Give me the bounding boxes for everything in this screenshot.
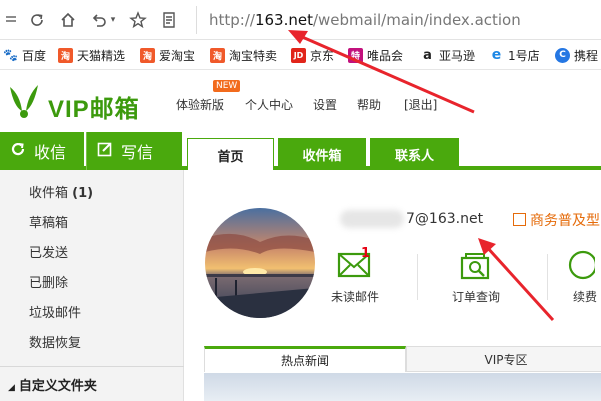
- folder-drafts[interactable]: 草稿箱: [29, 212, 68, 231]
- bookmark-taobao-sale[interactable]: 淘 淘宝特卖: [210, 47, 277, 63]
- unread-badge: 1: [361, 246, 371, 261]
- bookmark-vip[interactable]: 特 唯品会: [348, 47, 403, 63]
- unread-mail-label: 未读邮件: [330, 290, 379, 304]
- nav-logout[interactable]: [退出]: [404, 96, 437, 113]
- folder-recovery[interactable]: 数据恢复: [29, 332, 81, 351]
- bookmark-jd[interactable]: JD 京东: [291, 47, 334, 63]
- tab-inbox[interactable]: 收件箱: [278, 138, 366, 170]
- order-query-label: 订单查询: [451, 290, 500, 304]
- nav-help[interactable]: 帮助: [357, 96, 381, 113]
- bookmark-baidu[interactable]: 🐾 百度: [3, 47, 46, 63]
- bookmark-tmall[interactable]: 淘 天猫精选: [58, 47, 125, 63]
- renew-icon: [568, 250, 595, 280]
- menu-icon[interactable]: [0, 9, 22, 31]
- taobao-icon: 淘: [210, 47, 225, 63]
- vip-icon: 特: [348, 47, 363, 63]
- home-icon[interactable]: [57, 9, 79, 31]
- paw-icon: 🐾: [3, 48, 18, 62]
- sunset-avatar-image: [205, 208, 315, 318]
- taobao-icon: 淘: [140, 47, 155, 63]
- bookmark-ctrip[interactable]: C 携程: [555, 47, 598, 63]
- bookmark-yhd[interactable]: e 1号店: [489, 47, 540, 63]
- tab-hot-news[interactable]: 热点新闻: [204, 346, 406, 372]
- divider: [547, 254, 548, 300]
- mail-header: VIP邮箱 NEW 体验新版 个人中心 设置 帮助 [退出]: [0, 71, 601, 132]
- folder-deleted[interactable]: 已删除: [29, 272, 68, 291]
- service-level-link[interactable]: 商务普及型: [513, 210, 600, 230]
- service-level-label: 商务普及型: [530, 213, 600, 229]
- avatar[interactable]: [205, 208, 315, 318]
- taobao-icon: 淘: [58, 47, 73, 63]
- unread-count: (1): [72, 186, 94, 201]
- nav-try-new[interactable]: 体验新版: [176, 96, 224, 113]
- new-badge: NEW: [213, 80, 241, 92]
- browser-toolbar: ▾ http://163.net/webmail/main/index.acti…: [0, 0, 601, 40]
- edit-icon: [97, 141, 113, 162]
- bookmark-label: 淘宝特卖: [229, 48, 278, 63]
- jd-icon: JD: [291, 47, 306, 63]
- badge-icon: [513, 213, 526, 226]
- bookmark-label: 天猫精选: [77, 48, 126, 63]
- compose-button[interactable]: 写信: [86, 132, 182, 170]
- bookmark-label: 携程: [574, 48, 599, 63]
- renew-shortcut[interactable]: 续费: [559, 250, 601, 305]
- tab-home[interactable]: 首页: [187, 138, 274, 171]
- refresh-icon[interactable]: [26, 9, 48, 31]
- receive-label: 收信: [34, 143, 67, 162]
- custom-folders-label: 自定义文件夹: [18, 379, 97, 394]
- amazon-icon: a: [420, 47, 435, 63]
- blurred-name: [340, 210, 404, 228]
- ctrip-icon: C: [555, 47, 570, 63]
- undo-dropdown-icon[interactable]: ▾: [107, 9, 119, 31]
- nav-profile[interactable]: 个人中心: [245, 96, 293, 113]
- ie-icon: e: [489, 47, 504, 63]
- bookmark-label: 爱淘宝: [159, 48, 196, 63]
- bookmark-label: 百度: [22, 48, 47, 63]
- bookmark-label: 1号店: [508, 48, 540, 63]
- account-email: 7@163.net: [340, 210, 483, 228]
- folder-sidebar: 收件箱 (1) 草稿箱 已发送 已删除 垃圾邮件 数据恢复 ◢ 自定义文件夹: [0, 170, 184, 401]
- bookmark-aitaobao[interactable]: 淘 爱淘宝: [140, 47, 195, 63]
- news-tabs: 热点新闻 VIP专区: [204, 346, 601, 372]
- tab-vip-zone[interactable]: VIP专区: [406, 346, 601, 372]
- home-panel: 7@163.net 商务普及型 未读邮件 1 订单查询 续费 热点新闻 VIP专…: [185, 170, 601, 401]
- vip-mail-logo[interactable]: VIP邮箱: [4, 79, 154, 123]
- folder-label: 收件箱: [29, 186, 69, 201]
- bookmark-label: 京东: [310, 48, 335, 63]
- address-bar[interactable]: http://163.net/webmail/main/index.action: [196, 6, 601, 34]
- receive-button[interactable]: 收信: [0, 132, 84, 170]
- compose-label: 写信: [121, 143, 154, 162]
- news-banner-image[interactable]: [204, 373, 601, 401]
- tab-contacts[interactable]: 联系人: [370, 138, 459, 170]
- bookmark-amazon[interactable]: a 亚马逊: [420, 47, 475, 63]
- custom-folders[interactable]: ◢ 自定义文件夹: [0, 366, 184, 394]
- bookmark-label: 唯品会: [367, 48, 404, 63]
- star-icon[interactable]: [127, 9, 149, 31]
- divider: [417, 254, 418, 300]
- mail-navbar: 收信 写信 首页 收件箱 联系人: [0, 132, 601, 171]
- order-query-shortcut[interactable]: 订单查询: [436, 250, 516, 305]
- account-suffix: 7@163.net: [406, 211, 484, 227]
- bookmark-label: 亚马逊: [439, 48, 476, 63]
- unread-mail-shortcut[interactable]: 未读邮件: [315, 250, 395, 305]
- folder-inbox[interactable]: 收件箱 (1): [29, 182, 93, 201]
- leaf-logo-icon: [10, 85, 38, 118]
- triangle-down-icon: ◢: [8, 383, 15, 393]
- url-text[interactable]: http://163.net/webmail/main/index.action: [209, 11, 521, 29]
- folder-sent[interactable]: 已发送: [29, 242, 68, 261]
- renew-label: 续费: [573, 290, 598, 304]
- bookmarks-bar: 🐾 百度 淘 天猫精选 淘 爱淘宝 淘 淘宝特卖 JD 京东 特 唯品会 a 亚…: [0, 40, 601, 70]
- reader-icon[interactable]: [158, 9, 180, 31]
- logo-text: VIP邮箱: [48, 96, 140, 123]
- refresh-icon: [10, 141, 26, 162]
- folder-spam[interactable]: 垃圾邮件: [29, 302, 81, 321]
- order-search-icon: [460, 253, 490, 280]
- nav-settings[interactable]: 设置: [313, 96, 337, 113]
